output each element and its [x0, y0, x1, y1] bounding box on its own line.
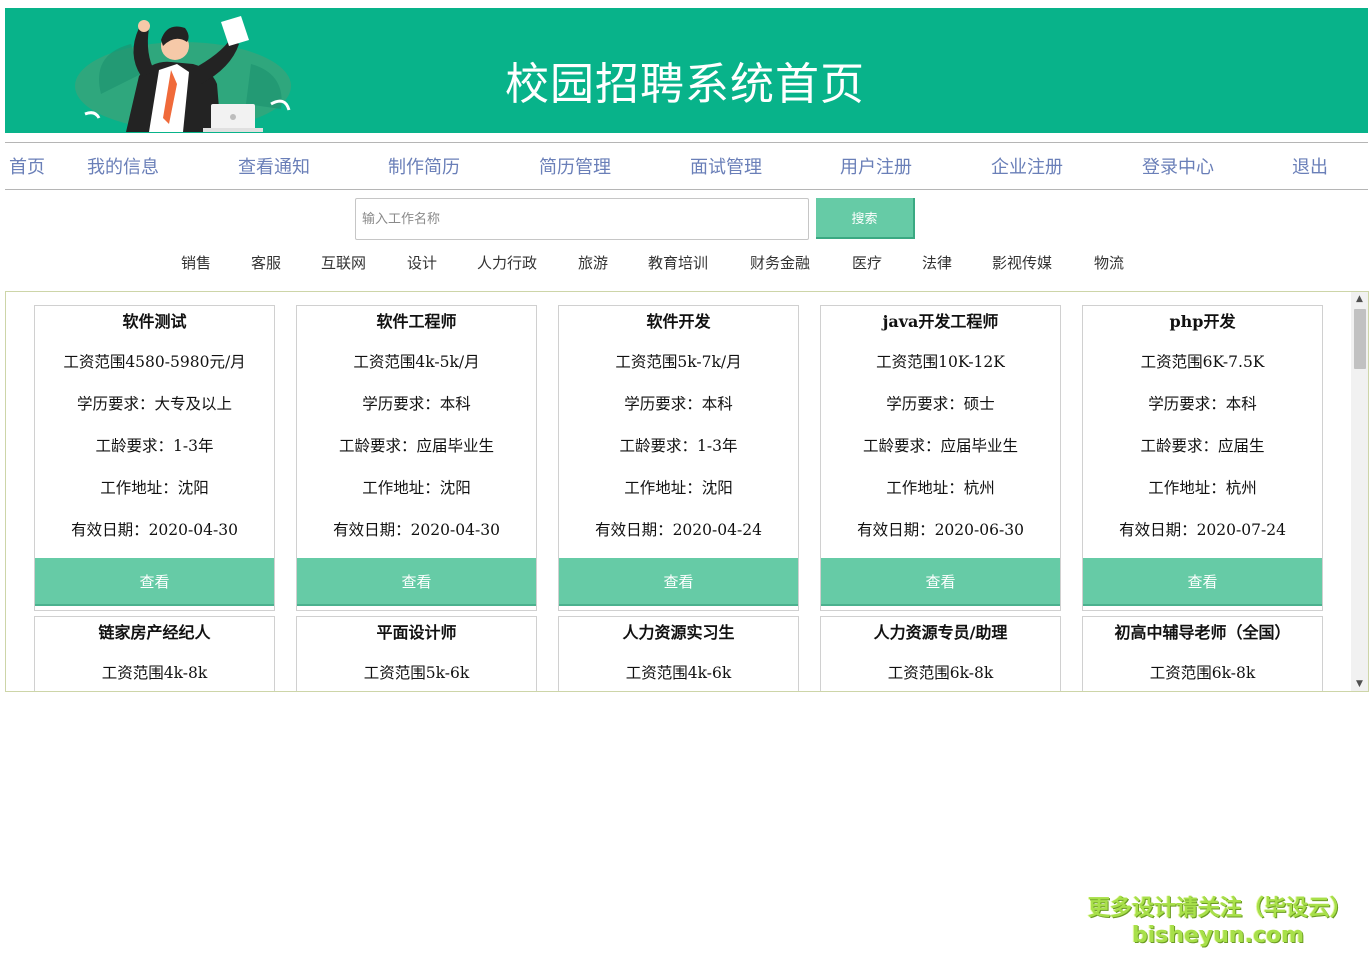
category-sales[interactable]: 销售	[181, 252, 211, 273]
job-salary: 工资范围4k-5k/月	[353, 353, 480, 371]
nav-login-center[interactable]: 登录中心	[1142, 153, 1214, 179]
view-job-button[interactable]: 查看	[1083, 558, 1322, 606]
job-title: java开发工程师	[882, 312, 999, 331]
nav-my-info[interactable]: 我的信息	[87, 153, 159, 179]
category-medical[interactable]: 医疗	[852, 252, 882, 273]
job-title: 链家房产经纪人	[98, 623, 211, 642]
job-card: php开发 工资范围6K-7.5K 学历要求：本科 工龄要求：应届生 工作地址：…	[1082, 305, 1323, 611]
job-card: 链家房产经纪人 工资范围4k-8k	[34, 616, 275, 691]
job-results-panel: 软件测试 工资范围4580-5980元/月 学历要求：大专及以上 工龄要求：1-…	[5, 291, 1369, 692]
nav-user-register[interactable]: 用户注册	[840, 153, 912, 179]
job-salary: 工资范围4k-8k	[101, 664, 208, 682]
job-card: 初高中辅导老师（全国） 工资范围6k-8k	[1082, 616, 1323, 691]
job-experience: 工龄要求：应届毕业生	[862, 437, 1018, 455]
job-experience: 工龄要求：应届毕业生	[338, 437, 494, 455]
job-title: 人力资源实习生	[622, 623, 735, 642]
category-finance[interactable]: 财务金融	[750, 252, 810, 273]
job-experience: 工龄要求：1-3年	[95, 437, 214, 455]
job-experience: 工龄要求：1-3年	[619, 437, 738, 455]
job-experience: 工龄要求：应届生	[1140, 437, 1265, 455]
job-salary: 工资范围6k-8k	[887, 664, 994, 682]
watermark: 更多设计请关注（毕设云） bisheyun.com	[1088, 895, 1353, 949]
main-nav: 首页 我的信息 查看通知 制作简历 简历管理 面试管理 用户注册 企业注册 登录…	[5, 142, 1368, 190]
job-title: 平面设计师	[376, 623, 457, 642]
job-title: 软件工程师	[376, 312, 457, 331]
job-salary: 工资范围5k-6k	[363, 664, 470, 682]
job-title: 软件开发	[646, 312, 711, 331]
job-valid-date: 有效日期：2020-04-30	[71, 521, 238, 539]
job-education: 学历要求：大专及以上	[76, 395, 232, 413]
search-input[interactable]	[355, 198, 809, 240]
nav-logout[interactable]: 退出	[1292, 153, 1328, 179]
job-card: 人力资源专员/助理 工资范围6k-8k	[820, 616, 1061, 691]
header-banner: 校园招聘系统首页	[5, 8, 1368, 133]
view-job-button[interactable]: 查看	[821, 558, 1060, 606]
businessman-illustration	[75, 16, 291, 132]
job-valid-date: 有效日期：2020-07-24	[1119, 521, 1286, 539]
job-card: 软件工程师 工资范围4k-5k/月 学历要求：本科 工龄要求：应届毕业生 工作地…	[296, 305, 537, 611]
view-job-button[interactable]: 查看	[35, 558, 274, 606]
job-education: 学历要求：本科	[624, 395, 733, 413]
job-location: 工作地址：沈阳	[100, 479, 209, 497]
job-card: 平面设计师 工资范围5k-6k	[296, 616, 537, 691]
category-design[interactable]: 设计	[407, 252, 437, 273]
job-valid-date: 有效日期：2020-04-24	[595, 521, 762, 539]
category-logistics[interactable]: 物流	[1094, 252, 1124, 273]
nav-resume-manage[interactable]: 简历管理	[539, 153, 611, 179]
job-location: 工作地址：杭州	[886, 479, 995, 497]
job-salary: 工资范围10K-12K	[876, 353, 1005, 371]
job-title: 初高中辅导老师（全国）	[1114, 623, 1291, 642]
job-education: 学历要求：本科	[362, 395, 471, 413]
scroll-thumb[interactable]	[1354, 309, 1366, 369]
nav-company-register[interactable]: 企业注册	[991, 153, 1063, 179]
job-title: 软件测试	[122, 312, 187, 331]
page-title: 校园招聘系统首页	[505, 59, 865, 110]
job-valid-date: 有效日期：2020-04-30	[333, 521, 500, 539]
nav-interview-manage[interactable]: 面试管理	[690, 153, 762, 179]
job-location: 工作地址：沈阳	[362, 479, 471, 497]
job-salary: 工资范围6k-8k	[1149, 664, 1256, 682]
category-media[interactable]: 影视传媒	[992, 252, 1052, 273]
job-card: 软件测试 工资范围4580-5980元/月 学历要求：大专及以上 工龄要求：1-…	[34, 305, 275, 611]
job-card: 软件开发 工资范围5k-7k/月 学历要求：本科 工龄要求：1-3年 工作地址：…	[558, 305, 799, 611]
job-salary: 工资范围6K-7.5K	[1140, 353, 1265, 371]
nav-home[interactable]: 首页	[9, 153, 45, 179]
job-salary: 工资范围4580-5980元/月	[63, 353, 246, 371]
search-button[interactable]: 搜索	[816, 198, 915, 239]
job-location: 工作地址：杭州	[1148, 479, 1257, 497]
view-job-button[interactable]: 查看	[297, 558, 536, 606]
category-service[interactable]: 客服	[251, 252, 281, 273]
category-travel[interactable]: 旅游	[578, 252, 608, 273]
nav-create-resume[interactable]: 制作简历	[388, 153, 460, 179]
job-education: 学历要求：本科	[1148, 395, 1257, 413]
job-card: 人力资源实习生 工资范围4k-6k	[558, 616, 799, 691]
scroll-down-arrow-icon[interactable]: ▼	[1351, 677, 1368, 691]
job-salary: 工资范围4k-6k	[625, 664, 732, 682]
watermark-line2: bisheyun.com	[1131, 923, 1305, 948]
category-law[interactable]: 法律	[922, 252, 952, 273]
job-title: php开发	[1169, 312, 1236, 331]
nav-notices[interactable]: 查看通知	[238, 153, 310, 179]
scroll-up-arrow-icon[interactable]: ▲	[1351, 292, 1368, 306]
watermark-line1: 更多设计请关注（毕设云）	[1088, 896, 1353, 921]
category-education[interactable]: 教育培训	[648, 252, 708, 273]
category-internet[interactable]: 互联网	[321, 252, 366, 273]
category-hr-admin[interactable]: 人力行政	[477, 252, 537, 273]
job-title: 人力资源专员/助理	[873, 623, 1008, 642]
job-valid-date: 有效日期：2020-06-30	[857, 521, 1024, 539]
vertical-scrollbar[interactable]: ▲ ▼	[1351, 292, 1368, 691]
job-education: 学历要求：硕士	[886, 395, 995, 413]
view-job-button[interactable]: 查看	[559, 558, 798, 606]
job-card: java开发工程师 工资范围10K-12K 学历要求：硕士 工龄要求：应届毕业生…	[820, 305, 1061, 611]
job-location: 工作地址：沈阳	[624, 479, 733, 497]
job-salary: 工资范围5k-7k/月	[615, 353, 742, 371]
